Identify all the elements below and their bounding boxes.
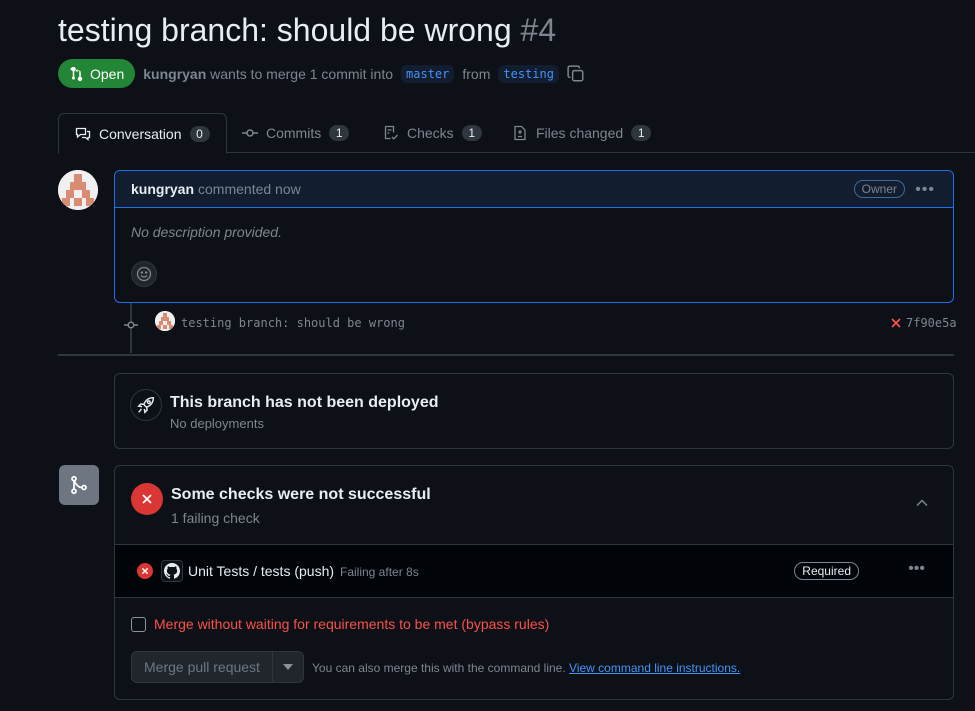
commit-author-avatar[interactable] [155,311,175,331]
comment-time[interactable]: commented now [198,181,301,197]
comment-header: kungryan commented now Owner ••• [115,171,953,208]
merge-checks-card: Some checks were not successful 1 failin… [114,465,954,700]
triangle-down-icon [282,664,293,670]
merge-method-dropdown[interactable] [272,651,304,683]
check-run-options-icon[interactable]: ••• [908,560,925,578]
pr-tabs: Conversation 0 Commits 1 Checks 1 Files … [58,113,975,154]
pr-state-badge: Open [58,59,136,88]
pr-number: #4 [520,12,557,48]
tab-label: Checks [407,125,454,141]
command-line-text: You can also merge this with the command… [312,661,566,675]
tab-counter: 1 [461,125,482,141]
commit-sha-link[interactable]: 7f90e5a [906,316,957,330]
from-text: from [462,65,491,82]
file-diff-icon [512,125,528,141]
pr-state-label: Open [90,65,125,82]
bypass-rules-label: Merge without waiting for requirements t… [154,616,550,632]
commit-sha-group: 7f90e5a [890,316,957,330]
github-icon [161,560,183,582]
check-run-row: Unit Tests / tests (push) Failing after … [115,545,953,598]
tab-label: Files changed [536,125,624,141]
base-branch-tag[interactable]: master [401,64,455,83]
tab-label: Conversation [99,125,182,142]
timeline-divider [58,354,954,356]
checks-summary-header[interactable]: Some checks were not successful 1 failin… [115,466,953,545]
merge-text: wants to merge 1 commit into [210,65,394,82]
deployment-subtitle: No deployments [170,416,264,431]
failure-x-icon [137,563,153,579]
git-merge-icon [59,465,99,505]
pr-meta-text: kungryan wants to merge 1 commit into [143,66,393,82]
comment-author[interactable]: kungryan [131,181,194,197]
merge-pull-request-button[interactable]: Merge pull request [131,651,273,683]
pull-request-icon [70,66,83,81]
tab-conversation[interactable]: Conversation 0 [58,113,227,154]
tab-checks[interactable]: Checks 1 [367,113,498,153]
comment-card: kungryan commented now Owner ••• No desc… [114,170,954,303]
checklist-icon [383,125,399,141]
check-run-duration: Failing after 8s [340,565,419,579]
bypass-rules-checkbox[interactable] [131,616,146,632]
checks-title: Some checks were not successful [171,486,431,503]
owner-badge: Owner [853,180,905,198]
merge-button-group: Merge pull request [131,651,304,683]
check-run-name[interactable]: Unit Tests / tests (push) [188,563,334,579]
tab-commits[interactable]: Commits 1 [226,113,365,153]
tab-files-changed[interactable]: Files changed 1 [496,113,667,153]
git-commit-icon [124,317,138,329]
rocket-icon [130,389,162,421]
pr-title-text: testing branch: should be wrong [58,12,512,48]
deployment-status-card: This branch has not been deployed No dep… [114,373,954,449]
failure-x-icon [131,483,163,515]
head-branch-tag[interactable]: testing [498,64,559,83]
chevron-up-icon[interactable] [915,496,929,510]
commit-message-link[interactable]: testing branch: should be wrong [181,316,405,330]
comment-discussion-icon [75,126,91,142]
x-icon[interactable] [890,317,902,329]
tab-counter: 1 [329,125,350,141]
comment-author-avatar[interactable] [58,170,98,210]
comment-body: No description provided. [131,224,282,240]
tab-counter: 0 [189,125,210,142]
pr-author-link[interactable]: kungryan [143,66,206,82]
smiley-icon [136,266,152,282]
add-reaction-button[interactable] [131,261,157,287]
deployment-title: This branch has not been deployed [170,394,439,411]
tab-label: Commits [266,125,322,141]
tab-counter: 1 [631,125,652,141]
git-commit-icon [242,125,258,141]
copy-icon[interactable] [567,64,585,83]
pr-meta-row: Open kungryan wants to merge 1 commit in… [58,59,585,88]
bypass-rules-option[interactable]: Merge without waiting for requirements t… [131,616,549,632]
required-badge: Required [794,562,859,580]
command-line-hint: You can also merge this with the command… [312,661,740,675]
comment-options-icon[interactable]: ••• [915,181,935,199]
pr-title: testing branch: should be wrong #4 [58,12,556,49]
checks-subtitle: 1 failing check [171,510,260,526]
command-line-instructions-link[interactable]: View command line instructions. [569,661,740,675]
